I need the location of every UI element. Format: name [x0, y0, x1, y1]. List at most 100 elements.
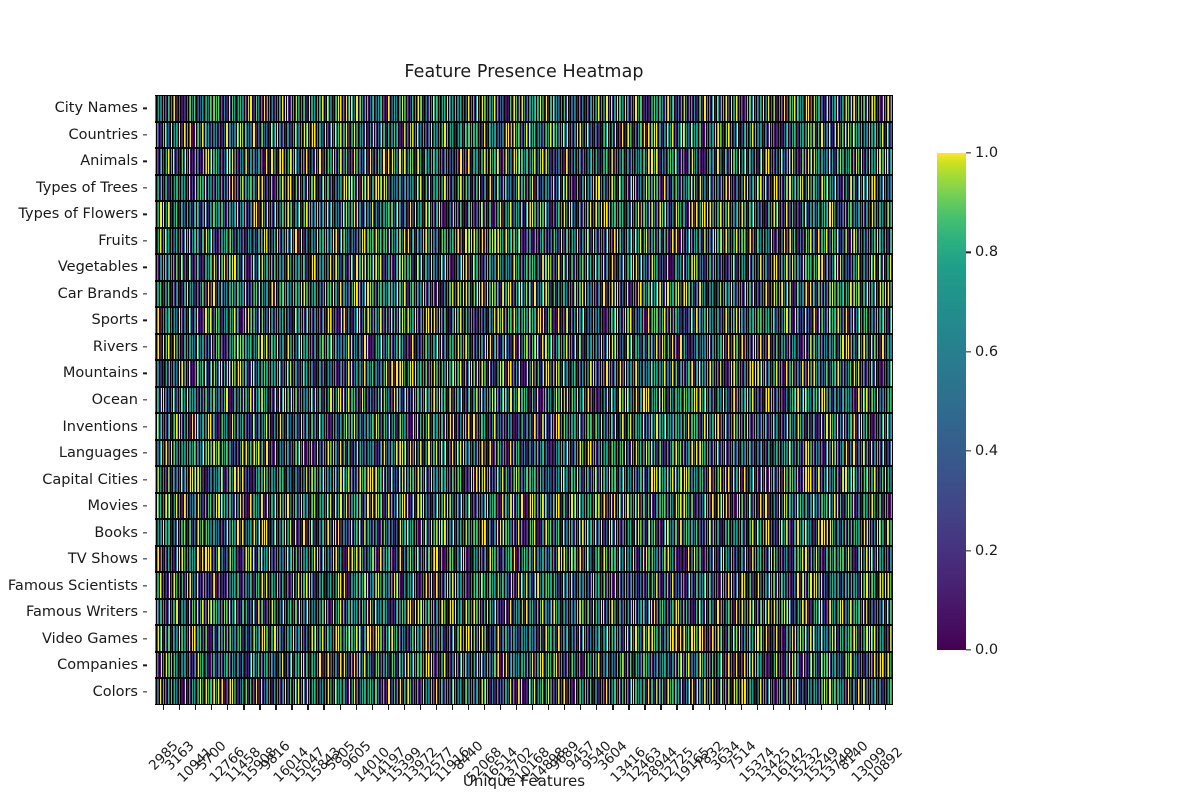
y-tick-label: Car Brands	[57, 285, 138, 302]
x-tick-mark	[580, 705, 582, 710]
y-tick-label: Famous Writers	[25, 604, 138, 621]
y-tick-label: Colors	[92, 683, 138, 700]
x-tick-mark	[451, 705, 454, 710]
x-tick-mark	[788, 705, 790, 710]
x-tick-mark	[804, 705, 807, 710]
y-tick-label: Inventions	[62, 418, 139, 435]
colorbar-ticks: 0.0 0.2 0.4 0.6 0.8 1.0	[966, 145, 1036, 658]
x-tick-mark	[435, 705, 438, 710]
x-tick-mark	[403, 705, 405, 710]
colorbar-tick-mark	[966, 450, 971, 452]
x-tick-mark	[371, 705, 373, 710]
heatmap-figure: Feature Presence Heatmap City Names Count…	[0, 0, 1200, 800]
y-tick-label: Vegetables	[57, 259, 138, 276]
x-axis-title: Unique Features	[462, 772, 586, 790]
y-tick-label: Animals	[80, 153, 138, 170]
x-tick-mark	[195, 705, 197, 710]
x-tick-mark	[756, 705, 758, 710]
y-tick-mark	[143, 266, 147, 269]
x-tick-mark	[708, 705, 710, 710]
colorbar-tick-mark	[966, 351, 971, 353]
x-tick-mark	[227, 705, 229, 710]
y-tick-mark	[143, 691, 147, 693]
y-tick-label: TV Shows	[67, 551, 138, 568]
y-tick-mark	[143, 187, 147, 189]
y-tick-label: Fruits	[98, 232, 138, 249]
y-tick-mark	[143, 213, 147, 215]
y-tick-mark	[143, 240, 147, 242]
colorbar-tick-label: 0.2	[975, 542, 999, 559]
x-tick-mark	[596, 705, 598, 710]
colorbar-tick-mark	[966, 549, 971, 552]
y-tick-mark	[143, 372, 147, 375]
y-tick-label: Languages	[58, 445, 138, 462]
y-axis-tick-labels: City Names Countries Animals Types of Trees…	[0, 95, 147, 705]
y-tick-mark	[143, 293, 147, 295]
x-tick-mark	[852, 705, 855, 710]
colorbar-tick-label: 0.0	[975, 642, 999, 658]
x-tick-mark	[467, 705, 470, 710]
x-tick-mark	[820, 705, 823, 710]
y-tick-label: Video Games	[42, 630, 138, 647]
colorbar-tick-label: 0.6	[975, 343, 999, 360]
y-tick-mark	[143, 134, 147, 136]
y-tick-label: Countries	[68, 126, 138, 143]
y-tick-label: Mountains	[62, 365, 138, 382]
y-tick-mark	[143, 611, 147, 613]
x-tick-mark	[499, 705, 502, 710]
y-tick-mark	[143, 107, 147, 109]
x-tick-mark	[483, 705, 486, 710]
x-tick-mark	[548, 705, 550, 710]
x-tick-mark	[259, 705, 261, 710]
y-tick-mark	[143, 452, 147, 454]
y-tick-mark	[143, 664, 147, 666]
colorbar-tick-label: 0.4	[975, 443, 999, 460]
y-tick-mark	[143, 425, 147, 428]
y-tick-label: Books	[94, 524, 138, 541]
colorbar-tick-mark	[966, 152, 971, 154]
y-tick-label: Ocean	[91, 392, 138, 408]
colorbar-tick-mark	[966, 649, 971, 651]
y-tick-mark	[143, 319, 147, 322]
x-tick-mark	[515, 705, 518, 710]
y-tick-mark	[143, 638, 147, 640]
x-axis-tick-labels: 2985 3163 10941 5700 12766 11458 15908 9816 1601…	[146, 711, 915, 786]
x-tick-mark	[291, 705, 293, 710]
x-tick-mark	[307, 705, 309, 710]
x-tick-mark	[564, 705, 566, 710]
x-tick-mark	[676, 705, 678, 710]
x-tick-mark	[339, 705, 341, 710]
x-tick-mark	[532, 705, 534, 710]
heatmap-plot-area	[155, 95, 893, 705]
colorbar-tick-mark	[966, 251, 971, 254]
x-tick-mark	[323, 705, 325, 710]
x-tick-mark	[419, 705, 421, 710]
x-tick-mark	[179, 705, 181, 710]
y-tick-label: City Names	[54, 100, 138, 117]
x-tick-mark	[740, 705, 742, 710]
x-tick-mark	[628, 705, 630, 710]
x-tick-mark	[387, 705, 389, 710]
x-tick-mark	[884, 705, 887, 710]
y-tick-mark	[143, 346, 147, 348]
x-tick-mark	[355, 705, 357, 710]
x-tick-mark	[772, 705, 774, 710]
y-tick-mark	[143, 160, 147, 162]
y-tick-mark	[143, 584, 147, 587]
colorbar: 0.0 0.2 0.4 0.6 0.8 1.0	[937, 145, 998, 658]
colorbar-tick-label: 1.0	[975, 145, 999, 161]
y-tick-label: Rivers	[92, 338, 138, 355]
x-tick-mark	[275, 705, 277, 710]
y-tick-mark	[143, 478, 147, 481]
y-tick-mark	[143, 505, 147, 507]
page-title: Feature Presence Heatmap	[404, 62, 644, 82]
x-tick-mark	[660, 705, 662, 710]
y-tick-label: Companies	[57, 657, 138, 674]
y-tick-label: Types of Trees	[36, 179, 138, 196]
x-tick-mark	[692, 705, 694, 710]
x-tick-mark	[644, 705, 646, 710]
x-tick-mark	[868, 705, 871, 710]
y-tick-label: Capital Cities	[42, 471, 138, 488]
heatmap-canvas	[155, 95, 893, 705]
x-tick-mark	[211, 705, 213, 710]
